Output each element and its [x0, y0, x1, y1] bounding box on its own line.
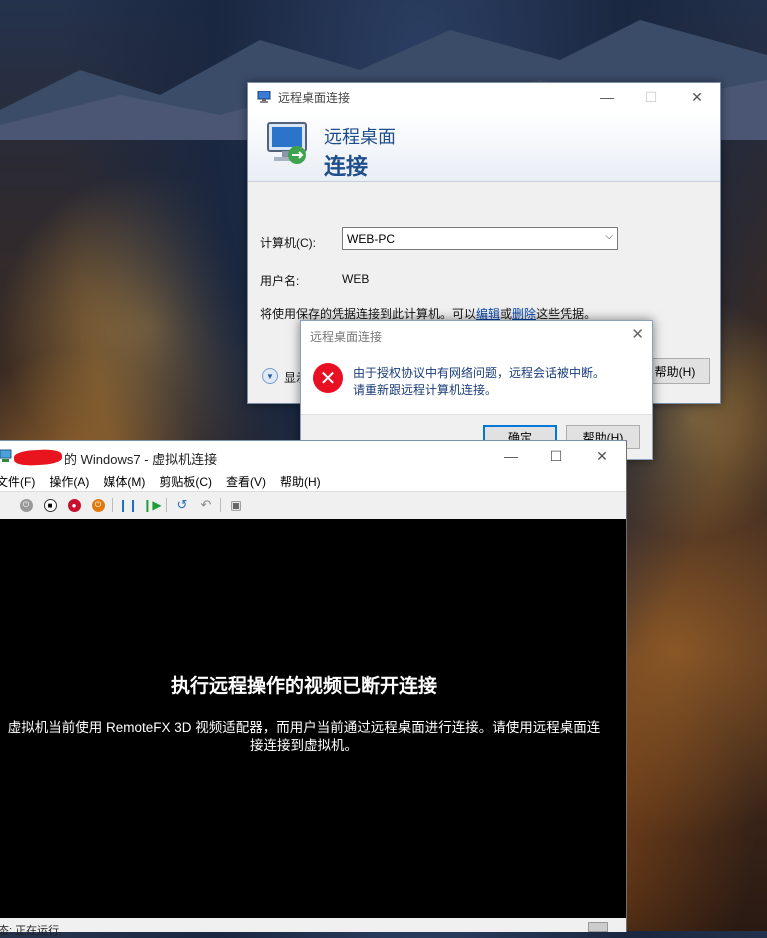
vm-toolbar: ⏻ ■ ● ⏻ ❙❙ ❙▶ ↺ ↶ ▣	[0, 491, 626, 520]
turn-off-icon[interactable]: ■	[42, 497, 58, 513]
menu-clipboard[interactable]: 剪贴板(C)	[159, 473, 212, 490]
saved-cred-prefix: 将使用保存的凭据连接到此计算机。可以	[260, 307, 477, 321]
rdp-window-title: 远程桌面连接	[278, 90, 351, 105]
vm-statusbar: 态: 正在运行	[0, 918, 626, 937]
error-dialog-title: 远程桌面连接	[310, 330, 383, 344]
vm-minimize-button[interactable]: —	[488, 441, 534, 471]
checkpoint-icon[interactable]: ↺	[174, 497, 190, 513]
vm-maximize-button[interactable]: ☐	[533, 441, 579, 471]
redaction-mark	[13, 448, 63, 467]
username-value: WEB	[342, 272, 370, 286]
menu-view[interactable]: 查看(V)	[226, 473, 266, 490]
monitor-icon	[267, 122, 307, 164]
banner-title-line1: 远程桌面	[324, 127, 396, 147]
rdp-titlebar[interactable]: 远程桌面连接 — ☐ ✕	[248, 83, 720, 111]
error-message-line1: 由于授权协议中有网络问题，远程会话被中断。	[353, 366, 606, 380]
revert-icon[interactable]: ↶	[198, 497, 214, 513]
maximize-button[interactable]: ☐	[628, 83, 674, 111]
status-text: 态: 正在运行	[0, 925, 60, 937]
show-options-icon[interactable]: ▼	[262, 368, 278, 384]
shutdown-icon[interactable]: ●	[66, 497, 82, 513]
screen-message-line1: 虚拟机当前使用 RemoteFX 3D 视频适配器，而用户当前通过远程桌面进行连…	[7, 720, 601, 735]
screen-message-line2: 接连接到虚拟机。	[250, 738, 358, 753]
username-label: 用户名:	[260, 274, 300, 288]
computer-combobox[interactable]: WEB-PC ⌵	[342, 227, 618, 250]
error-message: 由于授权协议中有网络问题，远程会话被中断。 请重新跟远程计算机连接。	[353, 365, 605, 399]
minimize-button[interactable]: —	[584, 83, 630, 111]
menu-file[interactable]: 文件(F)	[0, 473, 35, 490]
vm-screen[interactable]: 执行远程操作的视频已断开连接 虚拟机当前使用 RemoteFX 3D 视频适配器…	[0, 519, 626, 918]
save-state-icon[interactable]: ⏻	[90, 497, 106, 513]
rdp-banner: 远程桌面 连接	[248, 111, 720, 182]
start-icon[interactable]: ❙▶	[142, 497, 161, 513]
edit-credentials-link[interactable]: 编辑	[476, 307, 500, 321]
close-icon[interactable]: ✕	[631, 325, 644, 343]
vm-connection-window: 的 Windows7 - 虚拟机连接 — ☐ ✕ 文件(F) 操作(A) 媒体(…	[0, 440, 627, 937]
rdp-app-icon	[257, 91, 271, 103]
screen-heading: 执行远程操作的视频已断开连接	[170, 676, 437, 697]
vm-close-button[interactable]: ✕	[579, 441, 625, 471]
computer-value: WEB-PC	[347, 231, 395, 246]
error-icon: ✕	[313, 363, 343, 393]
computer-label: 计算机(C):	[260, 236, 316, 250]
vm-titlebar[interactable]: 的 Windows7 - 虚拟机连接 — ☐ ✕	[0, 441, 626, 471]
or-text: 或	[500, 307, 513, 321]
menu-media[interactable]: 媒体(M)	[103, 473, 145, 490]
pause-icon[interactable]: ❙❙	[118, 497, 138, 513]
vm-window-title: 的 Windows7 - 虚拟机连接	[64, 452, 218, 467]
ctrl-alt-del-icon[interactable]: ⏻	[18, 497, 34, 513]
vm-menubar: 文件(F) 操作(A) 媒体(M) 剪贴板(C) 查看(V) 帮助(H)	[0, 471, 626, 491]
menu-help[interactable]: 帮助(H)	[280, 473, 321, 490]
enhanced-session-icon[interactable]: ▣	[228, 497, 244, 513]
banner-title-line2: 连接	[324, 154, 369, 179]
error-message-line2: 请重新跟远程计算机连接。	[353, 383, 498, 397]
screen-message: 虚拟机当前使用 RemoteFX 3D 视频适配器，而用户当前通过远程桌面进行连…	[0, 719, 612, 755]
chevron-down-icon[interactable]: ⌵	[605, 231, 613, 242]
saved-cred-suffix: 这些凭据。	[536, 307, 597, 321]
error-dialog: 远程桌面连接 ✕ ✕ 由于授权协议中有网络问题，远程会话被中断。 请重新跟远程计…	[300, 320, 653, 460]
menu-action[interactable]: 操作(A)	[49, 473, 89, 490]
delete-credentials-link[interactable]: 删除	[512, 307, 536, 321]
close-button[interactable]: ✕	[674, 83, 720, 111]
vm-app-icon	[0, 449, 12, 462]
